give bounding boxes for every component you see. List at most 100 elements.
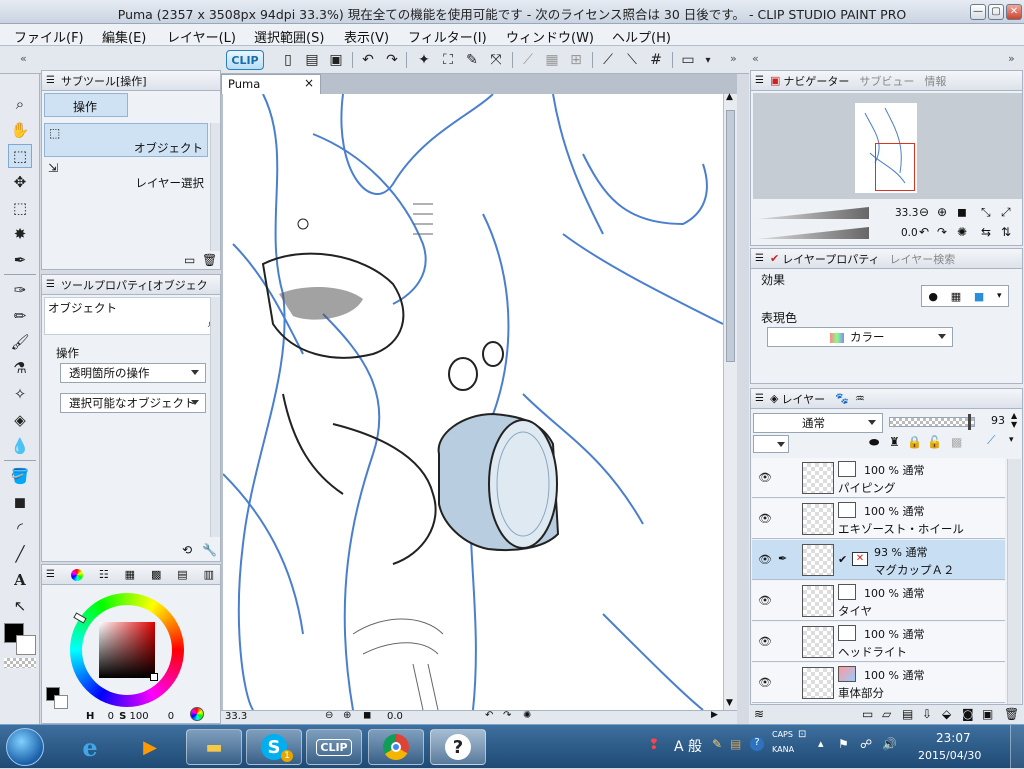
move-layer-tool-icon[interactable]: ✥ <box>8 170 32 194</box>
color-slider-tab-icon[interactable]: ☷ <box>99 568 109 581</box>
saturation-value-square[interactable] <box>99 622 155 678</box>
fit-navigator-icon[interactable]: ⤢ <box>1001 205 1011 220</box>
rotate-right-icon[interactable]: ↷ <box>503 710 511 721</box>
blend-tool-icon[interactable]: 💧 <box>8 434 32 458</box>
color-wheel-tab-icon[interactable] <box>70 568 83 581</box>
drawing-canvas[interactable] <box>223 94 723 710</box>
chevron-down-icon[interactable]: ▾ <box>1009 435 1014 445</box>
rotate-left-icon[interactable]: ↶ <box>485 710 493 721</box>
brush-tool-icon[interactable]: 🖌 <box>8 330 32 354</box>
scrollbar-thumb[interactable] <box>726 110 735 362</box>
opacity-slider[interactable] <box>889 414 975 430</box>
show-desktop-button[interactable] <box>1010 725 1024 769</box>
zoom-out-icon[interactable]: ⊖ <box>919 205 929 219</box>
color-picker-handle[interactable] <box>150 673 158 681</box>
eye-icon[interactable]: 👁 <box>758 471 772 484</box>
minimize-button[interactable]: — <box>970 4 986 20</box>
document-tab[interactable]: Puma × <box>221 74 321 94</box>
media-player-taskbar-icon[interactable]: ▶ <box>122 729 178 765</box>
delete-subtool-icon[interactable]: 🗑 <box>202 253 217 267</box>
menu-edit[interactable]: 編集(E) <box>102 27 146 46</box>
clip-studio-logo-button[interactable]: CLIP <box>226 50 264 70</box>
skype-taskbar-icon[interactable]: S 1 <box>246 729 302 765</box>
layer-stack-icon[interactable]: ≋ <box>754 707 764 721</box>
pencil-tool-icon[interactable]: ✏ <box>8 304 32 328</box>
fit-icon[interactable]: ◼ <box>363 710 371 721</box>
subtool-group-tab[interactable]: 操作 <box>44 93 128 117</box>
expand-right-icon[interactable]: » <box>1008 52 1015 65</box>
figure-tool-icon[interactable]: ◜ <box>8 516 32 540</box>
rotate-slider[interactable] <box>757 227 869 239</box>
sub-color-swatch[interactable] <box>16 635 36 655</box>
tool-property-scrollbar[interactable] <box>210 297 220 537</box>
layer-row-selected[interactable]: 👁 ✒ ✔ ✕ 93 % 通常 マグカップＡ２ <box>752 540 1005 580</box>
rotate-left-icon[interactable]: ↶ <box>919 225 929 239</box>
network-icon[interactable]: ☍ <box>860 737 872 751</box>
ime-pad-icon[interactable]: ✎ <box>712 737 722 751</box>
operation-tool-icon[interactable]: ⬚ <box>8 144 32 168</box>
menu-view[interactable]: 表示(V) <box>344 27 389 46</box>
menu-layer[interactable]: レイヤー(L) <box>167 27 236 46</box>
layer-tab[interactable]: レイヤー <box>781 391 825 407</box>
create-mask-icon[interactable]: ◙ <box>962 707 974 721</box>
panel-menu-icon[interactable]: ☰ <box>755 393 764 404</box>
ruler-icon[interactable]: ⟋ <box>518 51 538 69</box>
airbrush-tool-icon[interactable]: ⚗ <box>8 356 32 380</box>
canvas-vertical-scrollbar[interactable]: ▲ ▼ <box>723 92 737 710</box>
opacity-slider-handle[interactable] <box>968 414 971 430</box>
apply-mask-icon[interactable]: ▣ <box>982 707 993 721</box>
menu-help[interactable]: ヘルプ(H) <box>612 27 671 46</box>
subtool-scrollbar[interactable] <box>210 123 220 251</box>
panel-menu-icon[interactable]: ☰ <box>46 75 55 86</box>
layer-search-tab[interactable]: レイヤー検索 <box>890 251 956 267</box>
color-history-tab-icon[interactable]: ▥ <box>204 568 214 581</box>
eye-icon[interactable]: 👁 <box>758 676 772 689</box>
reference-layer-icon[interactable]: ♜ <box>889 435 900 449</box>
intermediate-color-tab-icon[interactable]: ▩ <box>151 568 161 581</box>
scroll-up-icon[interactable]: ▲ <box>726 92 733 102</box>
effect-buttons[interactable]: ● ▦ ■ ▾ <box>921 285 1009 307</box>
flip-vertical-icon[interactable]: ⇅ <box>1001 225 1011 239</box>
mask-disabled-icon[interactable]: ✕ <box>852 552 868 566</box>
clear-icon[interactable]: ✦ <box>414 51 434 69</box>
panel-menu-icon[interactable]: ☰ <box>46 569 55 580</box>
opacity-value[interactable]: 93 <box>991 414 1005 427</box>
color-set-tab-icon[interactable]: ▦ <box>125 568 135 581</box>
help-icon[interactable]: ? <box>750 737 764 751</box>
snap-ruler-icon[interactable]: ⟋ <box>598 51 618 69</box>
navigator-tab[interactable]: ナビゲーター <box>783 73 849 89</box>
new-file-icon[interactable]: ▯ <box>278 51 298 69</box>
snap-special-ruler-icon[interactable]: ⟍ <box>622 51 642 69</box>
subtool-tab[interactable]: サブツール[操作] <box>61 73 147 89</box>
open-file-icon[interactable]: ▤ <box>302 51 322 69</box>
actual-size-icon[interactable]: ◼ <box>957 205 967 219</box>
reset-icon[interactable]: ⟲ <box>182 543 192 557</box>
blend-mode-dropdown[interactable]: 通常 <box>753 413 883 433</box>
text-tool-icon[interactable]: A <box>8 568 32 592</box>
color-wheel[interactable] <box>70 593 184 707</box>
snap-grid-icon[interactable]: # <box>646 51 666 69</box>
menu-file[interactable]: ファイル(F) <box>14 27 84 46</box>
scroll-down-icon[interactable]: ▼ <box>726 698 733 708</box>
zoom-slider[interactable] <box>757 207 869 219</box>
animation-tab-icon[interactable]: 🐾 <box>835 392 849 405</box>
layer-row[interactable]: 👁 100 % 通常 ヘッドライト <box>752 622 1005 662</box>
eye-icon[interactable]: 👁 <box>758 553 772 566</box>
subtool-item-object[interactable]: ⬚ オブジェクト <box>44 123 208 157</box>
layer-color-icon[interactable]: ■ <box>974 290 984 303</box>
panel-menu-icon[interactable]: ☰ <box>755 253 764 264</box>
eyedropper-tool-icon[interactable]: ✒ <box>8 248 32 272</box>
color-mode-icon[interactable] <box>190 707 204 721</box>
wrench-icon[interactable]: 🔧 <box>202 543 217 557</box>
maximize-button[interactable]: ▢ <box>988 4 1004 20</box>
new-subtool-icon[interactable]: ▭ <box>184 253 195 267</box>
expression-color-dropdown[interactable]: カラー <box>767 327 953 347</box>
transparent-color-swatch[interactable] <box>4 658 36 668</box>
layer-list-scrollbar[interactable] <box>1007 459 1021 705</box>
transparent-operation-dropdown[interactable]: 透明箇所の操作 <box>60 363 206 383</box>
panel-menu-icon[interactable]: ☰ <box>46 279 55 290</box>
show-hidden-icons[interactable]: ▴ <box>818 737 824 750</box>
eye-icon[interactable]: 👁 <box>758 635 772 648</box>
zoom-value[interactable]: 33.3 <box>225 711 247 722</box>
lock-layer-icon[interactable]: 🔒 <box>907 435 922 449</box>
